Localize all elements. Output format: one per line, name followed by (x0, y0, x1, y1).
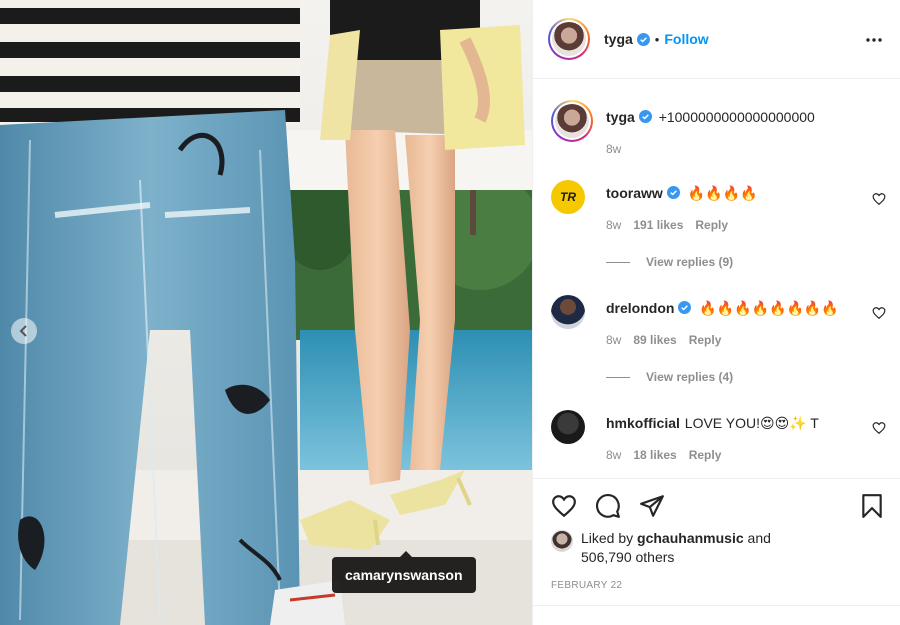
comment-row: hmkofficial LOVE YOU!😍😍✨ T 8w 18 likes R… (551, 410, 886, 478)
comment-likes[interactable]: 191 likes (633, 218, 683, 232)
verified-icon (678, 301, 692, 314)
verified-icon (666, 186, 680, 199)
comment-likes[interactable]: 89 likes (633, 333, 676, 347)
liked-by-and: and (747, 530, 771, 546)
like-comment-heart-icon[interactable] (872, 421, 886, 435)
others-count[interactable]: 506,790 others (581, 549, 674, 565)
more-options-icon[interactable] (864, 30, 884, 50)
verified-icon (636, 32, 650, 46)
view-replies-label: View replies (9) (646, 255, 734, 269)
liked-by-prefix: Liked by (581, 530, 634, 546)
comment-username[interactable]: drelondon (606, 300, 674, 316)
comment-icon[interactable] (595, 493, 621, 519)
caption-row: tyga +1000000000000000000 8w (551, 100, 886, 160)
caption-avatar[interactable] (551, 100, 593, 142)
post-actions: Liked by gchauhanmusic and 506,790 other… (533, 478, 900, 625)
comment-age: 8w (606, 218, 622, 232)
reply-button[interactable]: Reply (689, 448, 722, 462)
comment-text: LOVE YOU!😍😍✨ T (684, 415, 819, 431)
commenter-avatar[interactable] (551, 410, 585, 444)
author-username[interactable]: tyga (604, 31, 633, 47)
post-header: tyga • Follow (533, 0, 900, 79)
comments-list[interactable]: tyga +1000000000000000000 8w TR tooraww … (533, 80, 900, 478)
liked-by-username[interactable]: gchauhanmusic (637, 530, 744, 546)
comment-row: drelondon 🔥🔥🔥🔥🔥🔥🔥🔥 8w 89 likes Reply Vie… (551, 295, 886, 395)
comment-text: 🔥🔥🔥🔥 (687, 185, 758, 201)
bookmark-icon[interactable] (859, 493, 885, 519)
author-avatar[interactable] (548, 18, 590, 60)
caption-text: +1000000000000000000 (658, 109, 815, 125)
comment-age: 8w (606, 333, 622, 347)
verified-icon (638, 110, 652, 123)
comment-age: 8w (606, 448, 622, 462)
view-replies-button[interactable]: View replies (4) (606, 370, 733, 384)
photo-tag-username: camarynswanson (345, 567, 463, 583)
liker-avatar[interactable] (551, 530, 573, 552)
liked-by-summary: Liked by gchauhanmusic and 506,790 other… (551, 529, 821, 567)
view-replies-label: View replies (4) (646, 370, 734, 384)
comment-text: 🔥🔥🔥🔥🔥🔥🔥🔥 (699, 300, 839, 316)
commenter-avatar[interactable] (551, 295, 585, 329)
heart-icon[interactable] (551, 493, 577, 519)
follow-button[interactable]: Follow (664, 31, 708, 47)
like-comment-heart-icon[interactable] (872, 192, 886, 206)
post-photo[interactable]: camarynswanson (0, 0, 532, 625)
separator-dot: • (654, 31, 660, 47)
post-date[interactable]: FEBRUARY 22 (551, 580, 622, 591)
post-image (0, 0, 532, 625)
comment-row: TR tooraww 🔥🔥🔥🔥 8w 191 likes Reply View … (551, 180, 886, 280)
chevron-left-icon (19, 325, 27, 337)
share-icon[interactable] (639, 493, 665, 519)
like-comment-heart-icon[interactable] (872, 306, 886, 320)
divider (533, 605, 900, 606)
photo-tag-tooltip[interactable]: camarynswanson (332, 551, 476, 593)
comment-username[interactable]: hmkofficial (606, 415, 680, 431)
commenter-avatar[interactable]: TR (551, 180, 585, 214)
caption-username[interactable]: tyga (606, 109, 635, 125)
caption-age: 8w (606, 142, 622, 156)
post-details-panel: tyga • Follow tyga +1000000000000000000 … (532, 0, 900, 625)
previous-photo-button[interactable] (11, 318, 37, 344)
reply-button[interactable]: Reply (695, 218, 728, 232)
reply-button[interactable]: Reply (689, 333, 722, 347)
comment-username[interactable]: tooraww (606, 185, 663, 201)
view-replies-button[interactable]: View replies (9) (606, 255, 733, 269)
comment-likes[interactable]: 18 likes (633, 448, 676, 462)
